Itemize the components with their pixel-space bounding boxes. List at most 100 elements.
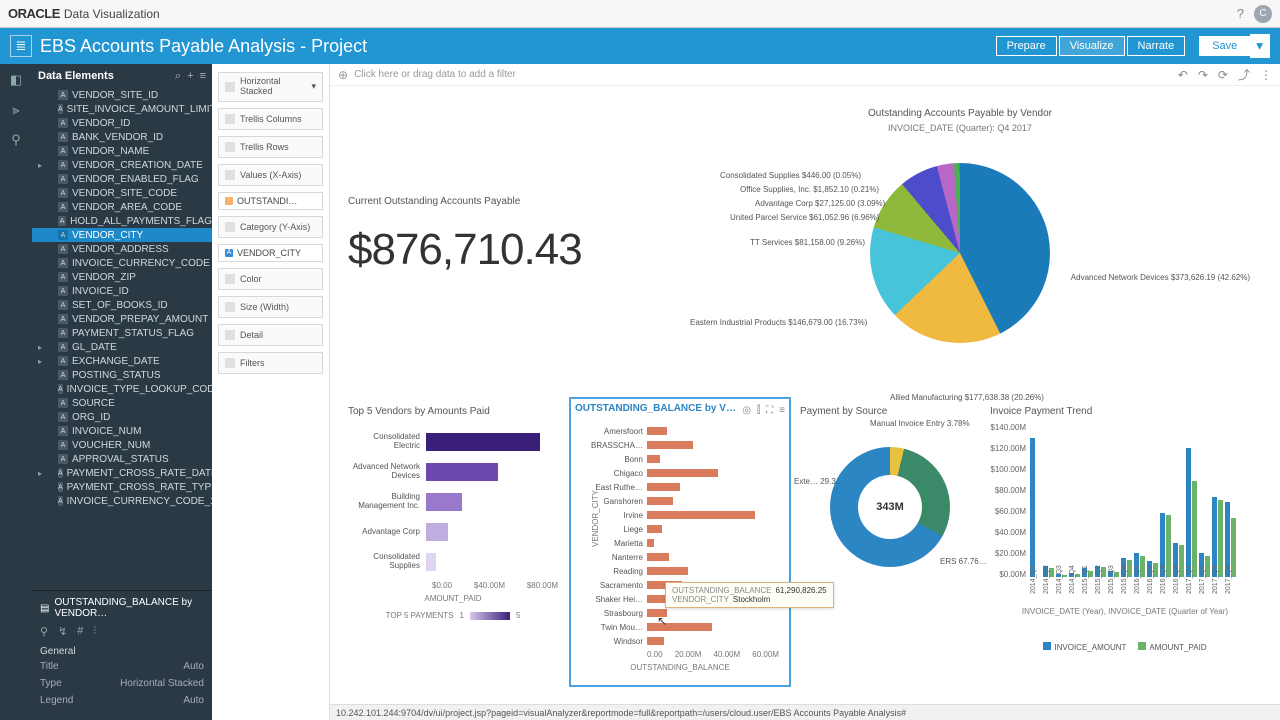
viz-tool-chart-icon[interactable]: ⫿ [757,405,760,416]
rail-data-icon[interactable]: ◧ [10,72,22,88]
tree-item[interactable]: ▸AGL_DATE [32,340,212,354]
trend-legend: INVOICE_AMOUNT AMOUNT_PAID [990,642,1260,652]
tree-item[interactable]: ▸AEXCHANGE_DATE [32,354,212,368]
tree-item[interactable]: AVENDOR_ZIP [32,270,212,284]
data-elements-tree[interactable]: AVENDOR_SITE_IDASITE_INVOICE_AMOUNT_LIMI… [32,88,212,590]
detail-well[interactable]: Detail [218,324,323,346]
tree-item[interactable]: APAYMENT_CROSS_RATE_TYPE [32,480,212,494]
category-pill[interactable]: AVENDOR_CITY [218,244,323,262]
color-icon [225,274,235,284]
canvas-menu-icon[interactable]: ⋮ [1260,68,1272,82]
size-icon [225,302,235,312]
outbal-title: OUTSTANDING_BALANCE by VE… [575,403,742,414]
trend-title: Invoice Payment Trend [990,406,1260,417]
title-bar: ≣ EBS Accounts Payable Analysis - Projec… [0,28,1280,64]
undo-icon[interactable]: ↶ [1178,68,1188,82]
tree-item[interactable]: AORG_ID [32,410,212,424]
save-dropdown[interactable]: ▾ [1250,34,1270,58]
brand-subtitle: Data Visualization [64,7,160,21]
tree-item[interactable]: ABANK_VENDOR_ID [32,130,212,144]
donut-tile[interactable]: Payment by Source 343M Manual Invoice En… [800,406,980,647]
pie-subtitle: INVOICE_DATE (Quarter): Q4 2017 [660,123,1260,133]
values-pill[interactable]: OUTSTANDI… [218,192,323,210]
mode-visualize[interactable]: Visualize [1059,36,1125,56]
viz-tool-menu-icon[interactable]: ≡ [779,405,785,416]
outbal-tile[interactable]: OUTSTANDING_BALANCE by VE… ◎ ⫿ ⛶ ≡ VENDO… [570,398,790,686]
save-button[interactable]: Save [1199,36,1250,56]
status-text: 10.242.101.244:9704/dv/ui/project.jsp?pa… [336,708,906,718]
inspector-tool-2[interactable]: ↯ [58,625,67,638]
mode-narrate[interactable]: Narrate [1127,36,1186,56]
inspector-tool-1[interactable]: ⚲ [40,625,48,638]
viz-type-icon: ▤ [40,603,49,614]
attribute-icon: A [225,249,233,257]
pie-chart [870,163,1050,343]
redo-icon[interactable]: ↷ [1198,68,1208,82]
filter-icon [225,358,235,368]
tree-item[interactable]: AINVOICE_CURRENCY_CODE_1 [32,494,212,508]
add-filter-icon[interactable]: ⊕ [338,68,348,82]
filters-well[interactable]: Filters [218,352,323,374]
donut-chart: 343M [830,447,950,567]
app-bar: ORACLE Data Visualization ? C [0,0,1280,28]
inspector-tool-4[interactable]: ⫶ [93,625,96,638]
tree-item[interactable]: AINVOICE_ID [32,284,212,298]
tree-item[interactable]: ▸APAYMENT_CROSS_RATE_DATE [32,466,212,480]
help-icon[interactable]: ? [1237,6,1244,21]
pie-tile[interactable]: Outstanding Accounts Payable by Vendor I… [660,108,1260,408]
rail-analytics-icon[interactable]: ⫸ [12,102,19,118]
tree-item[interactable]: AHOLD_ALL_PAYMENTS_FLAG [32,214,212,228]
tree-item[interactable]: ASOURCE [32,396,212,410]
trend-tile[interactable]: Invoice Payment Trend $140.00M $120.00M … [990,406,1260,652]
left-rail: ◧ ⫸ ⚲ [0,64,32,720]
inspector-panel: ▤ OUTSTANDING_BALANCE by VENDOR… ⚲ ↯ # ⫶… [32,590,212,720]
tree-item[interactable]: APAYMENT_STATUS_FLAG [32,326,212,340]
tree-item[interactable]: AVENDOR_NAME [32,144,212,158]
viz-tool-target-icon[interactable]: ◎ [742,405,751,416]
tree-item[interactable]: ASET_OF_BOOKS_ID [32,298,212,312]
color-well[interactable]: Color [218,268,323,290]
inspector-tool-3[interactable]: # [77,625,83,638]
tree-item[interactable]: AVOUCHER_NUM [32,438,212,452]
trellis-cols-icon [225,114,235,124]
share-icon[interactable]: ⤴ [1238,66,1250,83]
tree-item[interactable]: ASITE_INVOICE_AMOUNT_LIMIT [32,102,212,116]
sidebar-menu-icon[interactable]: ≡ [200,70,206,82]
tree-item[interactable]: ▸AVENDOR_CREATION_DATE [32,158,212,172]
kpi-tile[interactable]: Current Outstanding Accounts Payable $87… [348,196,648,275]
top5-tile[interactable]: Top 5 Vendors by Amounts Paid Consolidat… [348,406,558,620]
tree-item[interactable]: AINVOICE_CURRENCY_CODE [32,256,212,270]
tree-item[interactable]: AVENDOR_PREPAY_AMOUNT [32,312,212,326]
sidebar-add-icon[interactable]: + [187,70,193,82]
user-avatar[interactable]: C [1254,5,1272,23]
mode-prepare[interactable]: Prepare [996,36,1057,56]
tree-item[interactable]: APOSTING_STATUS [32,368,212,382]
tree-item[interactable]: AVENDOR_AREA_CODE [32,200,212,214]
rail-search-icon[interactable]: ⚲ [11,132,21,148]
tree-item[interactable]: AAPPROVAL_STATUS [32,452,212,466]
size-well[interactable]: Size (Width) [218,296,323,318]
category-icon [225,222,235,232]
viz-type-select[interactable]: Horizontal Stacked ▾ [218,72,323,102]
tree-item[interactable]: AINVOICE_TYPE_LOOKUP_CODE [32,382,212,396]
tree-item[interactable]: AVENDOR_ENABLED_FLAG [32,172,212,186]
sidebar-header: Data Elements ⌕ + ≡ [32,64,212,88]
tree-item[interactable]: AINVOICE_NUM [32,424,212,438]
viz-tool-expand-icon[interactable]: ⛶ [766,405,773,416]
refresh-icon[interactable]: ⟳ [1218,68,1228,82]
viz-type-glyph-icon [225,82,235,92]
trellis-rows-well[interactable]: Trellis Rows [218,136,323,158]
tree-item[interactable]: AVENDOR_ADDRESS [32,242,212,256]
filter-bar[interactable]: ⊕ Click here or drag data to add a filte… [330,64,1280,86]
tree-item[interactable]: AVENDOR_SITE_CODE [32,186,212,200]
config-panel: Horizontal Stacked ▾ Trellis Columns Tre… [212,64,330,720]
sidebar-search-icon[interactable]: ⌕ [175,70,181,83]
project-icon[interactable]: ≣ [10,35,32,57]
inspector-section-general: General [40,646,204,657]
tree-item[interactable]: AVENDOR_ID [32,116,212,130]
legend-gradient [470,612,510,620]
trellis-columns-well[interactable]: Trellis Columns [218,108,323,130]
tree-item[interactable]: AVENDOR_CITY [32,228,212,242]
donut-title: Payment by Source [800,406,980,417]
tree-item[interactable]: AVENDOR_SITE_ID [32,88,212,102]
